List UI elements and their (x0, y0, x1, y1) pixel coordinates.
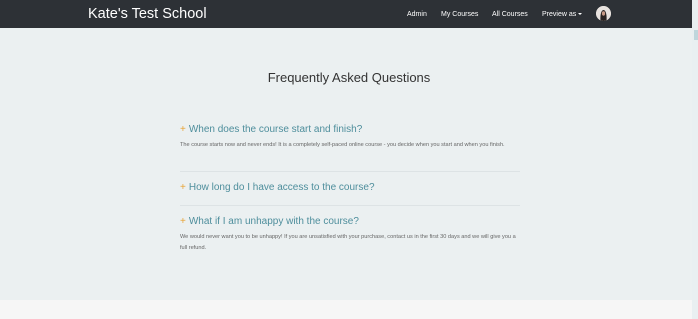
user-avatar-icon[interactable] (596, 6, 611, 21)
page-footer (0, 300, 692, 319)
page-scrollbar[interactable] (692, 0, 698, 319)
top-navbar: Kate's Test School Admin My Courses All … (0, 0, 692, 28)
nav-all-courses-link[interactable]: All Courses (492, 10, 528, 19)
faq-item: + What if I am unhappy with the course? W… (180, 215, 520, 254)
faq-answer: The course starts now and never ends! It… (180, 142, 505, 148)
faq-item: + How long do I have access to the course… (180, 181, 520, 194)
faq-question-text: How long do I have access to the course? (188, 182, 375, 193)
plus-icon: + (180, 182, 186, 193)
faq-title: Frequently Asked Questions (267, 70, 431, 85)
faq-divider (180, 205, 520, 206)
faq-question-text: What if I am unhappy with the course? (188, 216, 359, 227)
preview-as-label: Preview as (542, 11, 577, 18)
faq-question: + What if I am unhappy with the course? (180, 215, 520, 228)
faq-question-text: When does the course start and finish? (188, 124, 363, 135)
nav-my-courses-link[interactable]: My Courses (441, 10, 478, 19)
preview-as-dropdown[interactable]: Preview as (542, 10, 583, 19)
plus-icon: + (180, 124, 186, 135)
faq-item: + When does the course start and finish? … (180, 123, 520, 151)
school-brand-link[interactable]: Kate's Test School (88, 5, 207, 23)
faq-divider (180, 171, 520, 172)
faq-question: + How long do I have access to the course… (180, 181, 520, 194)
caret-down-icon (578, 13, 583, 15)
faq-answer: We would never want you to be unhappy! I… (180, 234, 516, 251)
nav-admin-link[interactable]: Admin (407, 10, 427, 19)
plus-icon: + (180, 216, 186, 227)
scrollbar-thumb[interactable] (694, 30, 698, 40)
faq-question: + When does the course start and finish? (180, 123, 520, 136)
faq-section (0, 28, 692, 300)
